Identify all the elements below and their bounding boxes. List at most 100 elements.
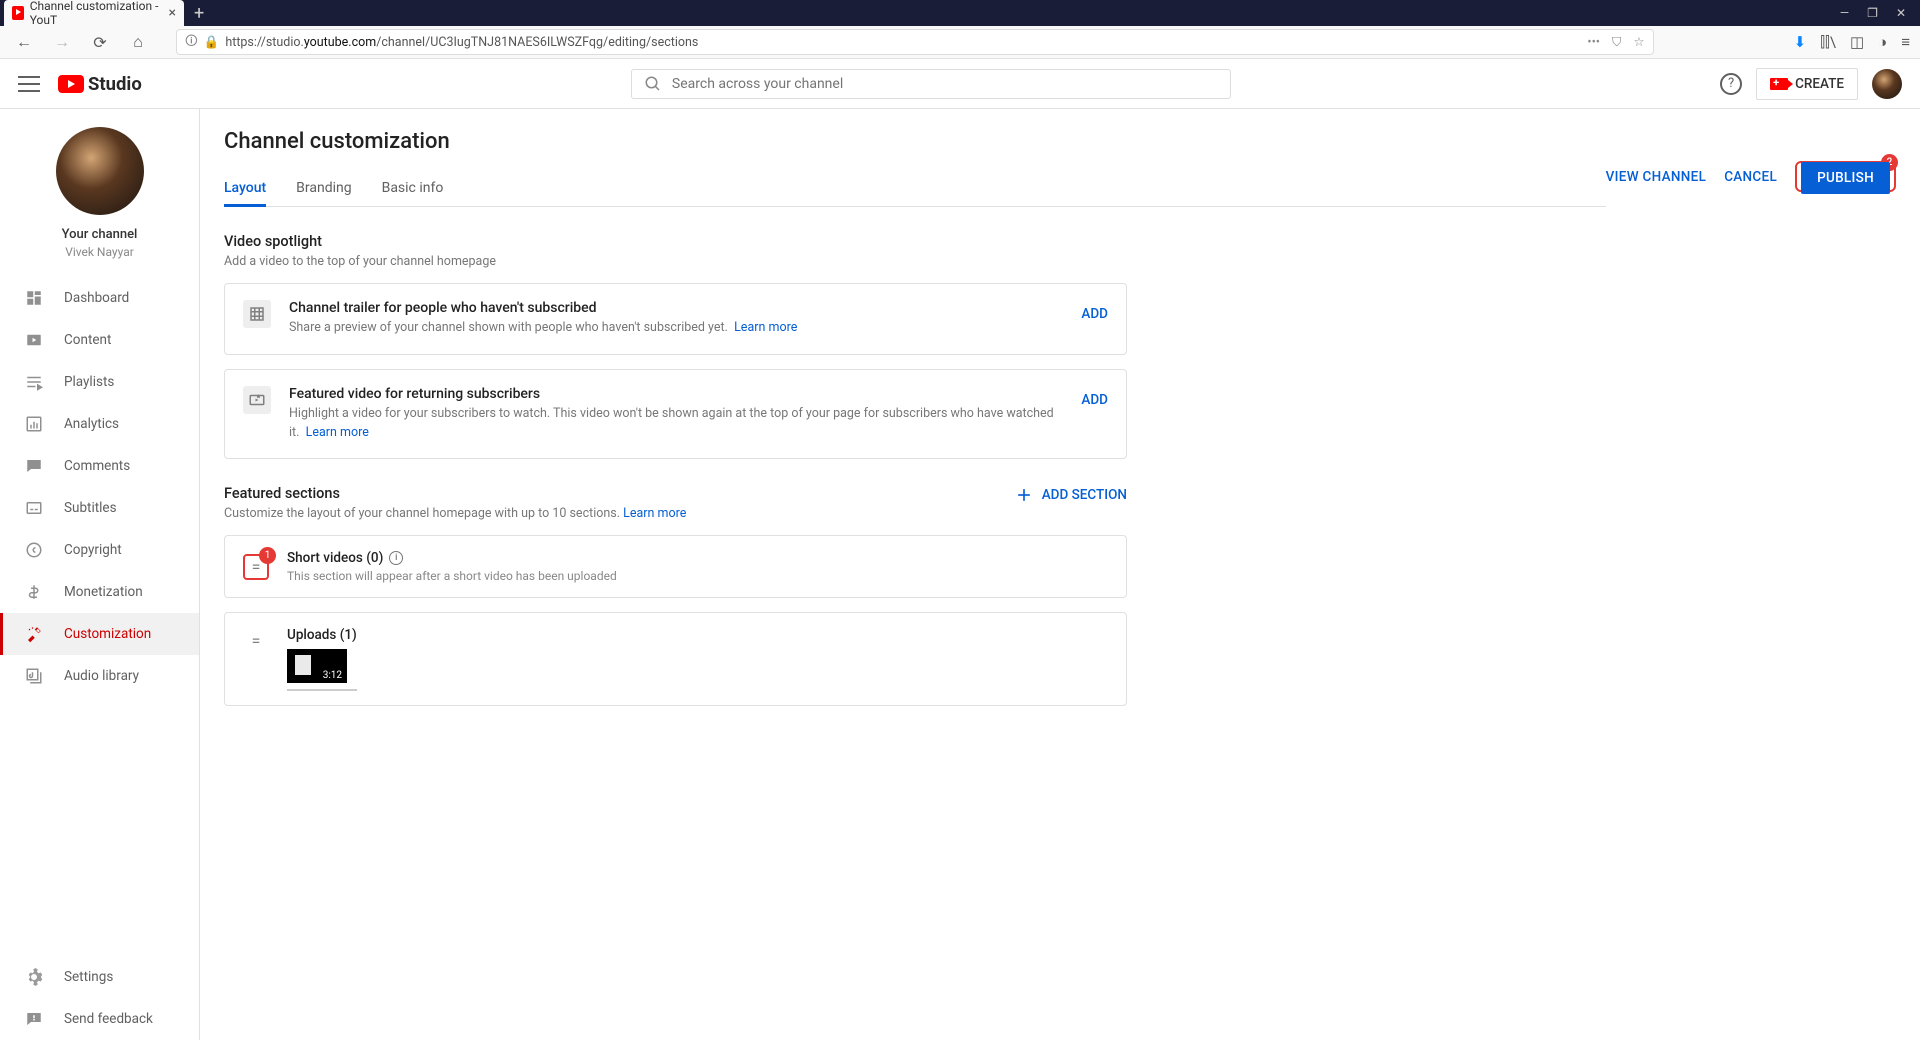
browser-nav-bar: ← → ⟳ ⌂ 🛈 🔒 https://studio.youtube.com/c… bbox=[0, 26, 1920, 59]
sidebar-item-content[interactable]: Content bbox=[0, 319, 199, 361]
account-icon[interactable]: ◑ bbox=[1878, 33, 1887, 51]
tab-close-icon[interactable]: × bbox=[169, 5, 176, 21]
video-thumbnail[interactable]: 3:12 bbox=[287, 649, 347, 683]
content-icon bbox=[24, 330, 44, 350]
new-tab-button[interactable]: + bbox=[194, 3, 204, 24]
sidebar-item-audio-library[interactable]: Audio library bbox=[0, 655, 199, 697]
sidebar-toggle-icon[interactable]: ◫ bbox=[1850, 33, 1864, 51]
youtube-favicon bbox=[12, 6, 24, 20]
minimize-icon[interactable]: — bbox=[1840, 6, 1849, 20]
browser-tab[interactable]: Channel customization - YouT × bbox=[4, 0, 184, 26]
copyright-icon bbox=[24, 540, 44, 560]
section-subtitle: Add a video to the top of your channel h… bbox=[224, 254, 1127, 269]
add-section-button[interactable]: ADD SECTION bbox=[1014, 485, 1127, 505]
feedback-icon bbox=[24, 1009, 44, 1029]
create-button[interactable]: CREATE bbox=[1756, 68, 1858, 100]
playlists-icon bbox=[24, 372, 44, 392]
customization-icon bbox=[24, 624, 44, 644]
tabs: Layout Branding Basic info bbox=[224, 170, 1606, 207]
close-window-icon[interactable]: ✕ bbox=[1896, 6, 1906, 20]
sidebar-item-settings[interactable]: Settings bbox=[0, 956, 199, 998]
search-box[interactable] bbox=[631, 69, 1231, 99]
section-card-title: Short videos (0) i bbox=[287, 550, 617, 566]
search-icon bbox=[644, 75, 662, 93]
reload-button[interactable]: ⟳ bbox=[86, 28, 114, 56]
help-icon[interactable]: ? bbox=[1720, 73, 1742, 95]
dashboard-icon bbox=[24, 288, 44, 308]
add-trailer-button[interactable]: ADD bbox=[1081, 300, 1108, 322]
tab-branding[interactable]: Branding bbox=[296, 170, 351, 206]
sidebar-item-customization[interactable]: Customization bbox=[0, 613, 199, 655]
main-content: Channel customization Layout Branding Ba… bbox=[200, 109, 1920, 1040]
learn-more-link[interactable]: Learn more bbox=[306, 425, 369, 440]
sidebar-item-comments[interactable]: Comments bbox=[0, 445, 199, 487]
url-text: https://studio.youtube.com/channel/UC3Iu… bbox=[225, 35, 698, 50]
sidebar-item-dashboard[interactable]: Dashboard bbox=[0, 277, 199, 319]
cancel-button[interactable]: CANCEL bbox=[1724, 169, 1777, 185]
learn-more-link[interactable]: Learn more bbox=[623, 506, 686, 521]
short-videos-section-card[interactable]: 1 = Short videos (0) i This section will… bbox=[224, 535, 1127, 598]
forward-button[interactable]: → bbox=[48, 28, 76, 56]
url-bar[interactable]: 🛈 🔒 https://studio.youtube.com/channel/U… bbox=[176, 29, 1654, 55]
sidebar-item-monetization[interactable]: Monetization bbox=[0, 571, 199, 613]
section-title: Video spotlight bbox=[224, 233, 1127, 250]
sidebar-item-playlists[interactable]: Playlists bbox=[0, 361, 199, 403]
learn-more-link[interactable]: Learn more bbox=[734, 320, 797, 335]
home-button[interactable]: ⌂ bbox=[124, 28, 152, 56]
logo-text: Studio bbox=[88, 73, 142, 95]
back-button[interactable]: ← bbox=[10, 28, 38, 56]
sidebar: Your channel Vivek Nayyar Dashboard Cont… bbox=[0, 109, 200, 1040]
drag-handle-icon[interactable]: = bbox=[243, 627, 269, 653]
view-channel-button[interactable]: VIEW CHANNEL bbox=[1606, 169, 1707, 185]
window-controls: — ❐ ✕ bbox=[1840, 6, 1920, 20]
studio-logo[interactable]: Studio bbox=[58, 73, 142, 95]
info-icon[interactable]: i bbox=[389, 551, 403, 565]
card-title: Channel trailer for people who haven't s… bbox=[289, 300, 1063, 316]
thumbnail-underline bbox=[287, 689, 357, 691]
page-actions: VIEW CHANNEL CANCEL 2 PUBLISH bbox=[1606, 161, 1896, 192]
featured-video-card: Featured video for returning subscribers… bbox=[224, 369, 1127, 460]
section-card-title: Uploads (1) bbox=[287, 627, 357, 643]
youtube-play-icon bbox=[58, 75, 84, 93]
drag-handle-icon[interactable]: 1 = bbox=[243, 554, 269, 580]
hamburger-menu[interactable] bbox=[18, 76, 40, 92]
film-icon bbox=[243, 300, 271, 328]
gear-icon bbox=[24, 967, 44, 987]
create-label: CREATE bbox=[1795, 76, 1844, 92]
section-subtitle: Customize the layout of your channel hom… bbox=[224, 506, 686, 521]
sidebar-channel-name: Vivek Nayyar bbox=[0, 245, 199, 259]
downloads-icon[interactable]: ⬇ bbox=[1794, 33, 1807, 51]
sidebar-item-copyright[interactable]: Copyright bbox=[0, 529, 199, 571]
featured-video-icon bbox=[243, 386, 271, 414]
app-menu-icon[interactable]: ≡ bbox=[1901, 33, 1910, 51]
bookmark-star-icon[interactable]: ☆ bbox=[1633, 34, 1644, 50]
add-featured-button[interactable]: ADD bbox=[1081, 386, 1108, 408]
library-icon[interactable]: ⫿⫿\ bbox=[1820, 33, 1836, 51]
sidebar-item-analytics[interactable]: Analytics bbox=[0, 403, 199, 445]
sidebar-item-subtitles[interactable]: Subtitles bbox=[0, 487, 199, 529]
app-topbar: Studio ? CREATE bbox=[0, 59, 1920, 109]
video-duration: 3:12 bbox=[320, 670, 345, 681]
comments-icon bbox=[24, 456, 44, 476]
video-spotlight-section: Video spotlight Add a video to the top o… bbox=[224, 233, 1127, 459]
shield-icon[interactable]: 🛈 bbox=[185, 32, 198, 53]
tab-basic-info[interactable]: Basic info bbox=[382, 170, 444, 206]
sidebar-item-feedback[interactable]: Send feedback bbox=[0, 998, 199, 1040]
tracking-icon[interactable]: ⛉ bbox=[1612, 35, 1621, 50]
channel-avatar[interactable] bbox=[56, 127, 144, 215]
search-input[interactable] bbox=[672, 76, 1218, 92]
step-badge: 1 bbox=[259, 547, 276, 564]
plus-icon bbox=[1014, 485, 1034, 505]
maximize-icon[interactable]: ❐ bbox=[1867, 6, 1878, 20]
page-actions-icon[interactable]: ••• bbox=[1587, 35, 1600, 50]
publish-button[interactable]: PUBLISH bbox=[1801, 162, 1890, 194]
audio-library-icon bbox=[24, 666, 44, 686]
lock-icon[interactable]: 🔒 bbox=[204, 35, 220, 50]
account-avatar[interactable] bbox=[1872, 69, 1902, 99]
featured-sections: Featured sections Customize the layout o… bbox=[224, 485, 1127, 706]
uploads-section-card[interactable]: = Uploads (1) 3:12 bbox=[224, 612, 1127, 706]
channel-trailer-card: Channel trailer for people who haven't s… bbox=[224, 283, 1127, 355]
page-title: Channel customization bbox=[224, 129, 1606, 154]
tab-layout[interactable]: Layout bbox=[224, 170, 266, 206]
section-title: Featured sections bbox=[224, 485, 686, 502]
